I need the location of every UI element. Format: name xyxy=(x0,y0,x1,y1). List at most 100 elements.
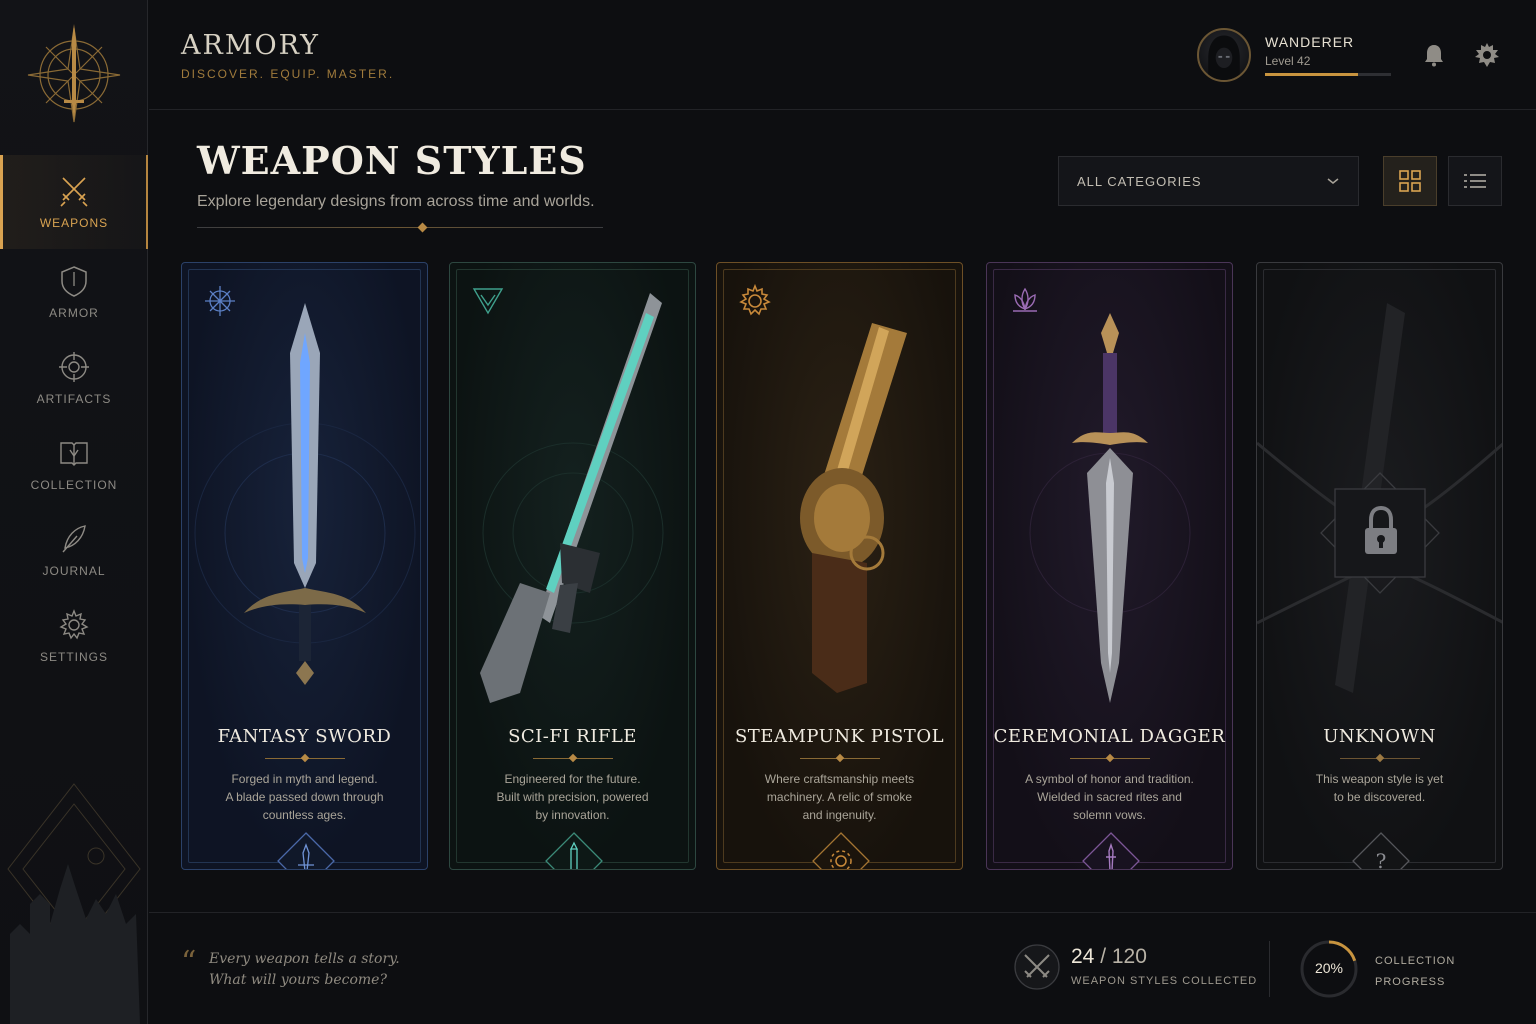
sidebar-item-artifacts[interactable]: ARTIFACTS xyxy=(0,335,148,421)
list-view-button[interactable] xyxy=(1448,156,1502,206)
collected-total: 120 xyxy=(1111,945,1147,968)
collected-value: 24 xyxy=(1071,945,1095,968)
weapon-card-unknown[interactable]: UNKNOWN This weapon style is yet to be d… xyxy=(1256,262,1503,870)
collection-progress-value: 20% xyxy=(1314,960,1344,976)
collection-progress-label: COLLECTION PROGRESS xyxy=(1375,951,1455,993)
card-title: STEAMPUNK PISTOL xyxy=(734,726,945,747)
hooded-figure-icon xyxy=(1208,35,1240,80)
svg-text:?: ? xyxy=(1376,849,1387,870)
profile-widget[interactable]: WANDERER Level 42 xyxy=(1197,28,1391,82)
footer-quote-line: Every weapon tells a story. xyxy=(209,951,400,967)
collected-label: WEAPON STYLES COLLECTED xyxy=(1071,975,1258,987)
gear-icon xyxy=(59,609,89,640)
xp-progress-bar xyxy=(1265,73,1391,76)
category-dropdown[interactable]: ALL CATEGORIES xyxy=(1058,156,1359,206)
chevron-down-icon xyxy=(1327,178,1339,184)
title-divider xyxy=(197,227,603,228)
page-title: WEAPON STYLES xyxy=(197,138,587,183)
card-description: Forged in myth and legend. A blade passe… xyxy=(210,770,399,824)
card-description-line: to be discovered. xyxy=(1333,790,1426,804)
avatar[interactable] xyxy=(1197,28,1251,82)
card-description: A symbol of honor and tradition. Wielded… xyxy=(1015,770,1204,824)
card-description: Where craftsmanship meets machinery. A r… xyxy=(745,770,934,824)
weapon-card-steampunk-pistol[interactable]: STEAMPUNK PISTOL Where craftsmanship mee… xyxy=(716,262,963,870)
footer-bar: “ Every weapon tells a story. What will … xyxy=(149,912,1536,1024)
feather-quill-icon xyxy=(62,525,86,553)
sidebar-item-weapons[interactable]: WEAPONS xyxy=(0,155,148,249)
card-title: CEREMONIAL DAGGER xyxy=(993,726,1226,747)
crossed-swords-badge-icon xyxy=(1014,944,1060,990)
app-title: ARMORY xyxy=(181,30,320,61)
crossed-swords-icon xyxy=(60,177,88,207)
card-description-line: countless ages. xyxy=(262,808,347,822)
card-description-line: Built with precision, powered xyxy=(496,790,649,804)
weapon-card-fantasy-sword[interactable]: FANTASY SWORD Forged in myth and legend.… xyxy=(181,262,428,870)
sidebar-nav: WEAPONS ARMOR ARTIFACTS COLLECTION JOURN… xyxy=(0,155,148,679)
grid-view-button[interactable] xyxy=(1383,156,1437,206)
list-icon xyxy=(1464,174,1486,188)
sidebar-item-label: SETTINGS xyxy=(39,650,108,664)
sidebar-item-armor[interactable]: ARMOR xyxy=(0,249,148,335)
top-header: ARMORY DISCOVER. EQUIP. MASTER. WANDERER… xyxy=(149,0,1536,110)
dagger-badge-icon xyxy=(1082,832,1140,869)
shield-icon xyxy=(61,266,87,297)
gear-icon[interactable] xyxy=(1474,42,1500,68)
sidebar-item-label: JOURNAL xyxy=(42,564,106,578)
profile-name: WANDERER xyxy=(1265,34,1355,50)
card-description-line: Where craftsmanship meets xyxy=(764,772,915,786)
lotus-icon xyxy=(1013,287,1037,312)
crosshair-rune-icon xyxy=(59,352,89,382)
card-title: SCI-FI RIFLE xyxy=(508,726,637,747)
sidebar-item-settings[interactable]: SETTINGS xyxy=(0,593,148,679)
sidebar-item-label: WEAPONS xyxy=(39,216,109,230)
title-divider-ornament xyxy=(417,222,428,233)
lock-icon xyxy=(1365,506,1397,554)
question-badge-icon: ? xyxy=(1352,832,1410,870)
sidebar-item-label: ARMOR xyxy=(49,306,99,320)
card-description: This weapon style is yet to be discovere… xyxy=(1285,770,1474,806)
sidebar-item-journal[interactable]: JOURNAL xyxy=(0,507,148,593)
footer-divider xyxy=(1269,941,1270,997)
book-icon xyxy=(60,442,88,466)
card-description-line: Forged in myth and legend. xyxy=(231,772,378,786)
card-title: UNKNOWN xyxy=(1323,726,1436,747)
cog-icon xyxy=(739,283,771,316)
card-description-line: Wielded in sacred rites and xyxy=(1037,790,1182,804)
collection-progress-label-line: PROGRESS xyxy=(1375,976,1446,988)
weapon-card-sci-fi-rifle[interactable]: SCI-FI RIFLE Engineered for the future. … xyxy=(449,262,696,870)
castle-emblem-art xyxy=(7,783,141,1024)
rune-star-icon xyxy=(205,286,235,316)
card-description-line: and ingenuity. xyxy=(802,808,877,822)
card-description-line: by innovation. xyxy=(535,808,610,822)
collected-count: 24 / 120 xyxy=(1071,945,1147,968)
card-description: Engineered for the future. Built with pr… xyxy=(478,770,667,824)
triangle-tech-icon xyxy=(472,288,504,315)
card-description-line: A symbol of honor and tradition. xyxy=(1025,772,1194,786)
collection-progress-label-line: COLLECTION xyxy=(1375,955,1456,967)
weapon-card-ceremonial-dagger[interactable]: CEREMONIAL DAGGER A symbol of honor and … xyxy=(986,262,1233,870)
sidebar-item-label: COLLECTION xyxy=(30,478,118,492)
xp-progress-fill xyxy=(1265,73,1359,76)
sword-badge-icon xyxy=(277,832,335,869)
sidebar-item-label: ARTIFACTS xyxy=(36,392,112,406)
profile-level: Level 42 xyxy=(1265,54,1311,68)
quote-mark-icon: “ xyxy=(181,945,197,980)
card-description-line: A blade passed down through xyxy=(225,790,384,804)
grid-icon xyxy=(1399,170,1421,192)
card-title: FANTASY SWORD xyxy=(217,726,392,747)
bell-icon[interactable] xyxy=(1421,42,1447,68)
sidebar-item-collection[interactable]: COLLECTION xyxy=(0,421,148,507)
card-description-line: solemn vows. xyxy=(1073,808,1146,822)
compass-sword-logo xyxy=(27,24,121,123)
footer-quote: Every weapon tells a story. What will yo… xyxy=(209,949,400,991)
page-subtitle: Explore legendary designs from across ti… xyxy=(197,193,595,210)
footer-quote-line: What will yours become? xyxy=(209,972,387,988)
cog-badge-icon xyxy=(812,832,870,869)
card-description-line: Engineered for the future. xyxy=(504,772,641,786)
card-description-line: This weapon style is yet xyxy=(1315,772,1444,786)
category-dropdown-value: ALL CATEGORIES xyxy=(1077,173,1202,189)
sidebar: WEAPONS ARMOR ARTIFACTS COLLECTION JOURN… xyxy=(0,0,148,1024)
app-tagline: DISCOVER. EQUIP. MASTER. xyxy=(181,67,395,81)
card-description-line: machinery. A relic of smoke xyxy=(766,790,913,804)
profile-info: WANDERER Level 42 xyxy=(1265,34,1391,76)
